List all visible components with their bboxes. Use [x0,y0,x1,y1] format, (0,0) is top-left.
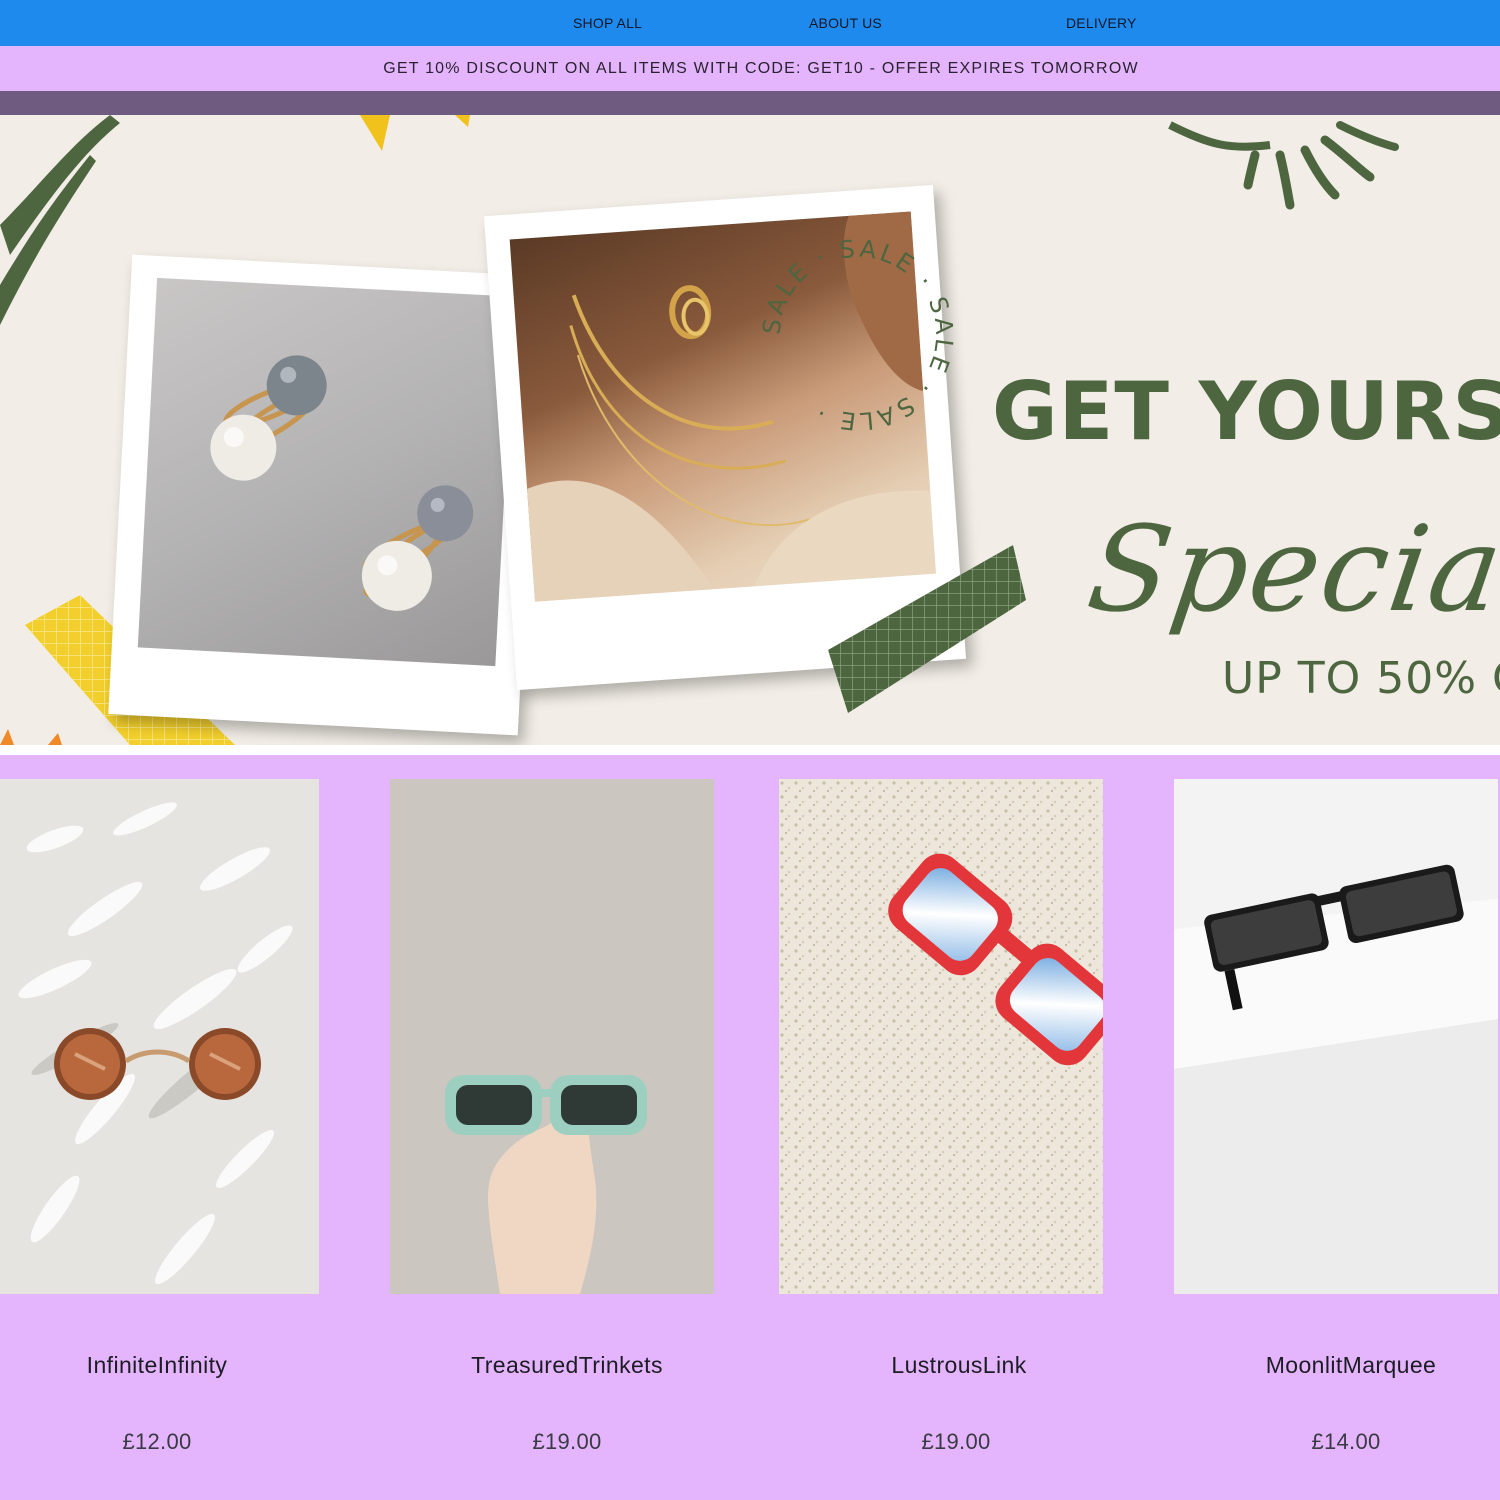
nav-shop-all[interactable]: SHOP ALL [573,15,642,31]
product-image[interactable] [1174,779,1498,1294]
product-name[interactable]: MoonlitMarquee [1189,1352,1500,1379]
palm-leaf-top-left [0,115,120,325]
product-price: £19.00 [532,1429,602,1454]
promo-banner: GET 10% DISCOUNT ON ALL ITEMS WITH CODE:… [0,46,1500,91]
hero-script-text: Special O [1080,500,1500,638]
rings-photo [137,277,515,667]
divider-bar [0,91,1500,115]
product-card[interactable]: LustrousLink £19.00 [779,779,1103,1499]
hero-subtext: UP TO 50% O [1222,653,1500,704]
product-card[interactable]: MoonlitMarquee £14.00 [1174,779,1498,1499]
sale-badge-text: SALE · SALE · SALE · SALE · [758,235,955,435]
product-price: £19.00 [921,1429,991,1454]
top-navigation: SHOP ALL ABOUT US DELIVERY [0,0,1500,46]
product-image[interactable] [390,779,714,1294]
product-image[interactable] [779,779,1103,1294]
product-name[interactable]: TreasuredTrinkets [405,1352,729,1379]
palm-leaves-top-right [1168,121,1399,210]
product-price: £14.00 [1311,1429,1381,1454]
hero-banner[interactable]: SALE · SALE · SALE · SALE · GET YOURS I … [0,115,1500,745]
hero-headline: GET YOURS I [992,365,1500,458]
promo-text: GET 10% DISCOUNT ON ALL ITEMS WITH CODE:… [383,59,1139,77]
product-grid: InfiniteInfinity £12.00 TreasuredTrinket… [0,755,1500,1500]
polaroid-rings [108,254,542,736]
green-washi-tape [828,545,1026,713]
product-image[interactable] [0,779,319,1294]
product-name[interactable]: InfiniteInfinity [0,1352,319,1379]
nav-delivery[interactable]: DELIVERY [1066,15,1137,31]
product-name[interactable]: LustrousLink [797,1352,1121,1379]
product-price: £12.00 [122,1429,192,1454]
yellow-leaf-top [360,115,470,151]
svg-text:SALE · SALE · SALE · SALE ·: SALE · SALE · SALE · SALE · [758,235,958,435]
nav-about-us[interactable]: ABOUT US [809,15,882,31]
product-card[interactable]: TreasuredTrinkets £19.00 [390,779,714,1499]
sale-badge: SALE · SALE · SALE · SALE · [758,235,958,435]
hero-divider [0,745,1500,755]
product-card[interactable]: InfiniteInfinity £12.00 [0,779,319,1499]
